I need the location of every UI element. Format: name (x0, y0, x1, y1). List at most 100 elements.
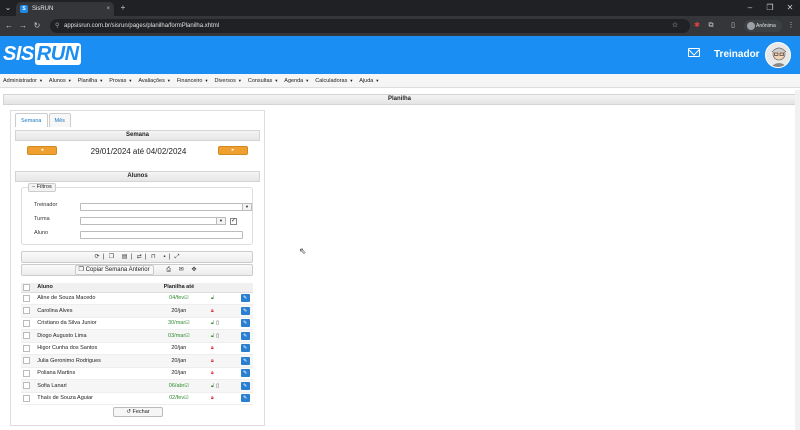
trainer-select[interactable] (80, 203, 243, 211)
class-select[interactable] (80, 217, 217, 225)
table-row[interactable]: Sofia Lanari 06/abr☑ 🔓︎ ▯ ✎ (21, 379, 253, 393)
student-name[interactable]: Cristiano da Silva Junior (35, 317, 150, 330)
menu-item-avalia-es[interactable]: Avaliações ▼ (135, 74, 173, 88)
unlock-icon[interactable]: ⊓ (151, 252, 156, 262)
menu-item-ajuda[interactable]: Ajuda ▼ (356, 74, 382, 88)
row-checkbox[interactable] (23, 332, 30, 340)
table-row[interactable]: Diogo Augusto Lima 03/mar☑ 🔓︎ ▯ ✎ (21, 329, 253, 343)
lock-icon[interactable]: 🔒︎ (211, 308, 214, 314)
edit-planilha-icon[interactable]: ✎ (240, 356, 250, 365)
row-checkbox[interactable] (23, 357, 30, 365)
student-name[interactable]: Poliana Martins (35, 367, 150, 380)
filters-toggle[interactable]: − Filtros (28, 183, 56, 192)
table-row[interactable]: Julia Geronimo Rodrigues 20/jan 🔒︎ ✎ (21, 354, 253, 368)
bookmark-star-icon[interactable]: ☆ (670, 20, 680, 32)
back-icon[interactable]: ← (4, 21, 14, 31)
reload-icon[interactable]: ↻ (32, 21, 42, 31)
lock-icon[interactable]: ▪ (163, 252, 165, 262)
select-all-header[interactable] (21, 283, 36, 293)
mail-send-icon[interactable]: ✉ (179, 265, 184, 275)
row-checkbox[interactable] (23, 369, 30, 377)
browser-menu-icon[interactable]: ⋮ (786, 20, 796, 32)
move-icon[interactable]: ✥ (191, 265, 196, 275)
expand-icon[interactable]: ⤢ (175, 252, 180, 262)
row-checkbox[interactable] (23, 344, 30, 352)
site-info-icon[interactable]: ⚲ (55, 19, 59, 33)
student-name[interactable]: Aline de Souza Macedo (35, 292, 150, 305)
table-row[interactable]: Carolina Alves 20/jan 🔒︎ ✎ (21, 304, 253, 318)
row-select-cell[interactable] (21, 392, 36, 405)
student-name[interactable]: Sofia Lanari (35, 379, 150, 393)
unlock-icon[interactable]: 🔓︎ (211, 320, 214, 326)
extension-icon[interactable]: ✱ (692, 20, 702, 32)
class-checkbox[interactable]: ✓ (230, 218, 237, 225)
print-icon[interactable]: ⎙ (166, 265, 171, 275)
copy-icon[interactable]: ❐ (109, 252, 114, 262)
student-name[interactable]: Carolina Alves (35, 304, 150, 318)
edit-planilha-icon[interactable]: ✎ (240, 344, 250, 353)
close-tab-icon[interactable]: × (106, 2, 110, 16)
menu-item-administrador[interactable]: Administrador ▼ (0, 74, 46, 88)
unlock-icon[interactable]: 🔓︎ (211, 295, 214, 301)
profile-button[interactable]: Anônima (744, 20, 782, 32)
row-checkbox[interactable] (23, 307, 30, 315)
table-row[interactable]: Thaís de Souza Aguiar 02/fev☑ 🔒︎ ✎ (21, 392, 253, 405)
avatar[interactable] (765, 42, 791, 68)
sidebar-icon[interactable]: ▯ (728, 20, 738, 32)
table-row[interactable]: Higor Cunha dos Santos 20/jan 🔒︎ ✎ (21, 342, 253, 355)
edit-planilha-icon[interactable]: ✎ (240, 331, 250, 340)
lock-icon[interactable]: 🔒︎ (211, 345, 214, 351)
student-name[interactable]: Thaís de Souza Aguiar (35, 392, 150, 405)
row-select-cell[interactable] (21, 379, 36, 393)
table-row[interactable]: Aline de Souza Macedo 04/fev☑ 🔓︎ ✎ (21, 292, 253, 305)
student-name[interactable]: Higor Cunha dos Santos (35, 342, 150, 355)
extensions-puzzle-icon[interactable]: ⧉ (706, 20, 716, 32)
menu-item-agenda[interactable]: Agenda ▼ (281, 74, 312, 88)
close-button[interactable]: ↺ Fechar (113, 407, 163, 417)
edit-planilha-icon[interactable]: ✎ (240, 306, 250, 315)
menu-item-diversos[interactable]: Diversos ▼ (211, 74, 244, 88)
row-select-cell[interactable] (21, 342, 36, 355)
edit-planilha-icon[interactable]: ✎ (240, 381, 250, 390)
row-select-cell[interactable] (21, 304, 36, 318)
unlock-icon[interactable]: 🔓︎ (211, 333, 214, 339)
table-row[interactable]: Cristiano da Silva Junior 30/mar☑ 🔓︎ ▯ ✎ (21, 317, 253, 330)
menu-item-provas[interactable]: Provas ▼ (106, 74, 135, 88)
refresh-icon[interactable]: ⟳ (94, 252, 99, 262)
replace-icon[interactable]: ⇄ (137, 252, 142, 262)
trainer-dropdown-icon[interactable]: ▼ (242, 203, 252, 211)
row-select-cell[interactable] (21, 317, 36, 330)
menu-item-planilha[interactable]: Planilha ▼ (75, 74, 107, 88)
paste-icon[interactable]: ▤ (122, 252, 128, 262)
menu-item-calculadoras[interactable]: Calculadoras ▼ (312, 74, 356, 88)
row-checkbox[interactable] (23, 294, 30, 302)
prev-week-button[interactable]: ◂ (27, 146, 57, 155)
tab-mes[interactable]: Mês (48, 113, 71, 127)
mail-icon[interactable] (688, 48, 700, 57)
class-dropdown-icon[interactable]: ▼ (216, 217, 226, 225)
select-all-checkbox[interactable] (23, 283, 30, 291)
student-input[interactable] (80, 231, 243, 239)
row-select-cell[interactable] (21, 329, 36, 343)
edit-planilha-icon[interactable]: ✎ (240, 394, 250, 403)
row-select-cell[interactable] (21, 367, 36, 380)
copy-previous-week-button[interactable]: ❐ Copiar Semana Anterior (74, 265, 154, 275)
lock-icon[interactable]: 🔒︎ (211, 358, 214, 364)
maximize-icon[interactable]: ❐ (760, 0, 780, 16)
row-checkbox[interactable] (23, 382, 30, 390)
minimize-icon[interactable]: – (740, 0, 760, 16)
row-checkbox[interactable] (23, 394, 30, 402)
forward-icon[interactable]: → (18, 21, 28, 31)
new-tab-button[interactable]: + (118, 3, 128, 13)
edit-planilha-icon[interactable]: ✎ (240, 319, 250, 328)
menu-item-consultas[interactable]: Consultas ▼ (245, 74, 281, 88)
row-select-cell[interactable] (21, 354, 36, 368)
sisrun-logo[interactable]: SIS RUN (3, 43, 81, 66)
edit-planilha-icon[interactable]: ✎ (240, 369, 250, 378)
unlock-icon[interactable]: 🔓︎ (211, 383, 214, 389)
url-input[interactable]: ⚲ appsisrun.com.br/sisrun/pages/planilha… (50, 19, 690, 33)
close-window-icon[interactable]: ✕ (780, 0, 800, 16)
menu-item-financeiro[interactable]: Financeiro ▼ (174, 74, 212, 88)
lock-icon[interactable]: 🔒︎ (211, 395, 214, 401)
browser-tab[interactable]: S SisRUN × (16, 2, 114, 16)
